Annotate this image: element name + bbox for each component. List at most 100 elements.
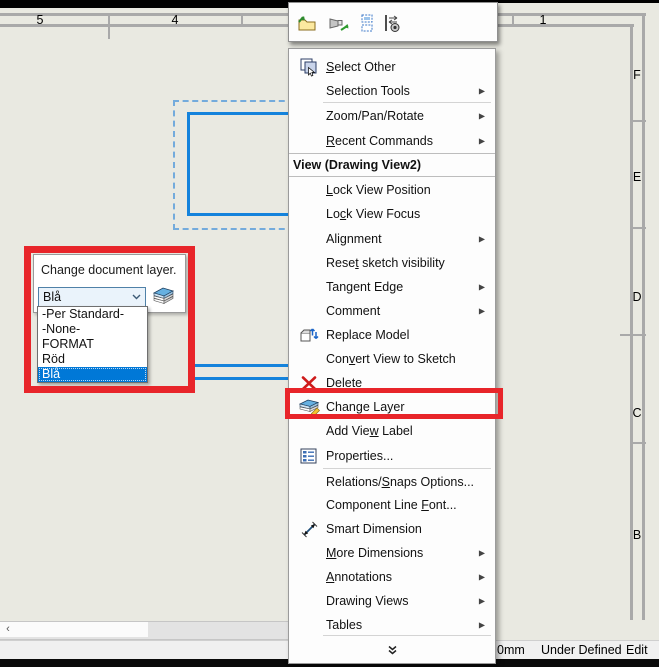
layer-combobox[interactable]: Blå: [38, 287, 146, 307]
zone-divider-tick: [512, 15, 514, 26]
status-edit-label[interactable]: Edit: [626, 643, 648, 657]
horizontal-scrollbar[interactable]: ‹: [0, 621, 292, 640]
zone-divider-tick: [241, 13, 243, 27]
layer-option[interactable]: Röd: [38, 352, 147, 367]
zone-divider-tick: [630, 120, 646, 122]
menu-item-select-other[interactable]: Select Other: [290, 55, 494, 79]
menu-item-label: Lock View Focus: [326, 207, 420, 221]
submenu-arrow-icon: ▶: [479, 137, 485, 146]
menu-item-recent-commands[interactable]: Recent Commands ▶: [290, 129, 494, 153]
menu-item-label: Lock View Position: [326, 183, 431, 197]
menu-item-label: Smart Dimension: [326, 522, 422, 536]
menu-separator: [323, 102, 491, 103]
component-preview-icon[interactable]: [355, 12, 379, 34]
change-layer-panel: Change document layer. Blå: [33, 254, 186, 313]
status-definition-state: Under Defined: [541, 643, 622, 657]
open-model-icon[interactable]: [295, 12, 319, 34]
layer-option[interactable]: FORMAT: [38, 337, 147, 352]
menu-item-label: Properties...: [326, 449, 393, 463]
window-top-edge: [0, 0, 292, 8]
scroll-left-arrow-icon[interactable]: ‹: [0, 622, 17, 637]
submenu-arrow-icon: ▶: [479, 597, 485, 606]
menu-item-label: Zoom/Pan/Rotate: [326, 109, 424, 123]
zone-divider-tick: [620, 334, 646, 336]
menu-item-zoom-pan-rotate[interactable]: Zoom/Pan/Rotate ▶: [290, 104, 494, 128]
menu-item-selection-tools[interactable]: Selection Tools ▶: [290, 79, 494, 103]
layer-combobox-value: Blå: [39, 290, 61, 304]
zone-divider-tick: [630, 227, 646, 229]
submenu-arrow-icon: ▶: [479, 549, 485, 558]
zone-divider-tick: [108, 13, 110, 39]
submenu-arrow-icon: ▶: [479, 112, 485, 121]
menu-item-lock-view-position[interactable]: Lock View Position: [290, 178, 494, 202]
properties-icon: [297, 445, 321, 467]
menu-item-label: Comment: [326, 304, 380, 318]
replace-model-icon: [297, 324, 321, 346]
delete-icon: [297, 372, 321, 394]
menu-expand-button[interactable]: [289, 641, 495, 661]
show-hide-icon[interactable]: [381, 12, 405, 34]
context-toolbar: [288, 2, 498, 42]
scrollbar-thumb[interactable]: [16, 622, 148, 637]
menu-item-label: Convert View to Sketch: [326, 352, 456, 366]
menu-item-label: More Dimensions: [326, 546, 423, 560]
magnifier-flashlight-icon[interactable]: [327, 12, 351, 34]
menu-item-annotations[interactable]: Annotations ▶: [290, 565, 494, 589]
chevron-down-icon[interactable]: [131, 291, 142, 305]
layer-option-selected[interactable]: Blå: [38, 367, 147, 382]
submenu-arrow-icon: ▶: [479, 573, 485, 582]
menu-item-more-dimensions[interactable]: More Dimensions ▶: [290, 541, 494, 565]
menu-item-lock-view-focus[interactable]: Lock View Focus: [290, 202, 494, 226]
menu-item-label: Delete: [326, 376, 362, 390]
zone-number: 5: [30, 14, 50, 27]
layer-dropdown-list: -Per Standard- -None- FORMAT Röd Blå: [37, 306, 148, 383]
menu-item-label: Component Line Font...: [326, 498, 457, 512]
solidworks-drawing-screen: 5 4 1 F E D C B Change document layer. B…: [0, 0, 659, 667]
submenu-arrow-icon: ▶: [479, 283, 485, 292]
menu-item-properties[interactable]: Properties...: [290, 444, 494, 468]
drawing-blue-line[interactable]: [195, 364, 293, 367]
change-layer-icon: [297, 396, 321, 418]
drawing-blue-line[interactable]: [195, 377, 293, 380]
smart-dimension-icon: [297, 518, 321, 540]
menu-item-label: Tangent Edge: [326, 280, 403, 294]
submenu-arrow-icon: ▶: [479, 307, 485, 316]
menu-item-comment[interactable]: Comment ▶: [290, 299, 494, 323]
submenu-arrow-icon: ▶: [479, 87, 485, 96]
layer-option[interactable]: -None-: [38, 322, 147, 337]
menu-separator: [323, 468, 491, 469]
zone-letter: B: [631, 528, 643, 542]
menu-item-tables[interactable]: Tables ▶: [290, 613, 494, 637]
menu-section-header: View (Drawing View2): [289, 153, 495, 177]
zone-number: 4: [165, 14, 185, 27]
menu-item-add-view-label[interactable]: Add View Label: [290, 419, 494, 443]
menu-item-label: Tables: [326, 618, 362, 632]
zone-letter: C: [631, 406, 643, 420]
select-other-icon: [297, 56, 321, 78]
layer-option[interactable]: -Per Standard-: [38, 307, 147, 322]
zone-letter: F: [631, 68, 643, 82]
menu-item-replace-model[interactable]: Replace Model: [290, 323, 494, 347]
context-menu: Select Other Selection Tools ▶ Zoom/Pan/…: [288, 48, 496, 664]
status-coordinate: 0mm: [497, 643, 525, 657]
menu-item-label: Add View Label: [326, 424, 413, 438]
menu-item-reset-sketch-visibility[interactable]: Reset sketch visibility: [290, 251, 494, 275]
menu-item-alignment[interactable]: Alignment ▶: [290, 227, 494, 251]
submenu-arrow-icon: ▶: [479, 235, 485, 244]
menu-item-change-layer[interactable]: Change Layer: [290, 395, 494, 419]
double-chevron-down-icon: [387, 642, 398, 660]
menu-item-tangent-edge[interactable]: Tangent Edge ▶: [290, 275, 494, 299]
menu-item-convert-view-to-sketch[interactable]: Convert View to Sketch: [290, 347, 494, 371]
menu-item-label: Select Other: [326, 60, 395, 74]
menu-item-delete[interactable]: Delete: [290, 371, 494, 395]
menu-item-smart-dimension[interactable]: Smart Dimension: [290, 517, 494, 541]
menu-item-component-line-font[interactable]: Component Line Font...: [290, 493, 494, 517]
menu-item-relations-snaps-options[interactable]: Relations/Snaps Options...: [290, 470, 494, 494]
layers-icon[interactable]: [151, 286, 175, 310]
menu-item-label: Alignment: [326, 232, 382, 246]
menu-separator: [323, 635, 491, 636]
submenu-arrow-icon: ▶: [479, 621, 485, 630]
menu-item-label: Relations/Snaps Options...: [326, 475, 474, 489]
menu-item-drawing-views[interactable]: Drawing Views ▶: [290, 589, 494, 613]
menu-item-label: Drawing Views: [326, 594, 408, 608]
